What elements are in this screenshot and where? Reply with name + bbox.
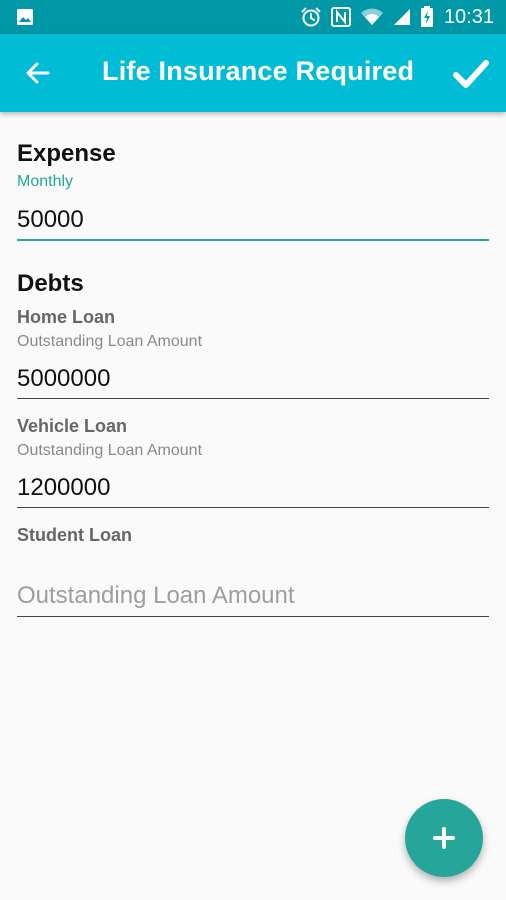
alarm-icon [300,6,322,28]
add-debt-button[interactable] [405,799,483,877]
expense-input-underline [17,239,489,241]
page-title: Life Insurance Required [102,56,415,86]
screen: 10:31 Life Insurance Required Expense Mo… [0,0,506,900]
debts-heading: Debts [17,270,84,297]
vehicle-loan-input-underline [17,507,489,508]
home-loan-input-underline [17,398,489,399]
home-loan-label: Home Loan [17,307,116,327]
status-bar: 10:31 [0,0,506,34]
arrow-back-icon [26,62,50,84]
battery-charging-icon [420,6,434,28]
student-loan-label: Student Loan [17,525,132,545]
status-icons: 10:31 [300,0,494,34]
back-button[interactable] [18,53,58,93]
signal-icon [392,7,412,27]
student-loan-input-underline [17,616,489,617]
wifi-icon [360,7,384,27]
expense-period-label: Monthly [17,173,74,190]
confirm-button[interactable] [448,51,494,97]
home-loan-sublabel: Outstanding Loan Amount [17,333,203,350]
status-time: 10:31 [443,5,494,28]
vehicle-loan-amount-input[interactable] [17,468,489,508]
expense-heading: Expense [17,140,116,167]
expense-input[interactable] [17,200,489,240]
app-bar: Life Insurance Required [0,34,506,112]
student-loan-amount-input[interactable] [17,576,489,616]
nfc-icon [330,6,352,28]
image-icon [16,8,34,26]
check-icon [453,60,489,88]
vehicle-loan-sublabel: Outstanding Loan Amount [17,442,203,459]
home-loan-amount-input[interactable] [17,359,489,399]
vehicle-loan-label: Vehicle Loan [17,416,128,436]
plus-icon [433,827,455,849]
